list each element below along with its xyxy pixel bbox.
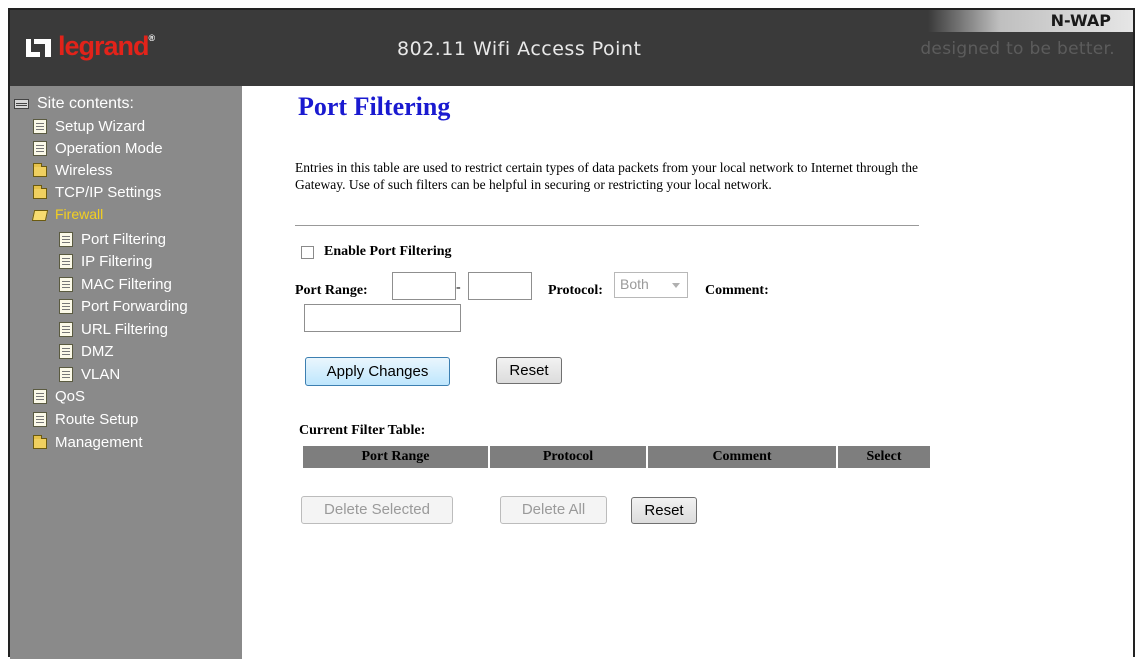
- protocol-selected-value: Both: [620, 276, 649, 292]
- document-icon: [59, 299, 73, 314]
- divider: [295, 225, 919, 226]
- document-icon: [33, 412, 47, 427]
- port-range-label: Port Range:: [295, 283, 368, 298]
- document-icon: [59, 344, 73, 359]
- sidebar-item-port-filtering[interactable]: Port Filtering: [59, 231, 166, 248]
- enable-port-filtering-checkbox[interactable]: [301, 246, 314, 259]
- document-icon: [33, 119, 47, 134]
- port-range-to-input[interactable]: [468, 272, 532, 300]
- apply-changes-button[interactable]: Apply Changes: [305, 357, 450, 386]
- folder-icon: [33, 163, 47, 177]
- page-description: Entries in this table are used to restri…: [295, 160, 919, 192]
- delete-all-button[interactable]: Delete All: [500, 496, 607, 524]
- port-range-dash: -: [456, 280, 461, 295]
- legrand-logo: legrand®: [26, 30, 155, 61]
- protocol-select[interactable]: Both: [614, 272, 688, 298]
- product-badge: N-WAP: [928, 10, 1133, 32]
- legrand-mark-icon: [26, 35, 54, 57]
- sidebar-item-management[interactable]: Management: [33, 434, 143, 451]
- sidebar-item-route-setup[interactable]: Route Setup: [33, 411, 138, 428]
- sidebar: Site contents: Setup Wizard Operation Mo…: [10, 86, 242, 659]
- column-header-select: Select: [866, 449, 902, 464]
- folder-icon: [33, 185, 47, 199]
- document-icon: [33, 141, 47, 156]
- header: legrand® 802.11 Wifi Access Point N-WAP …: [10, 10, 1133, 86]
- sidebar-item-tcpip-settings[interactable]: TCP/IP Settings: [33, 184, 161, 201]
- document-icon: [59, 277, 73, 292]
- sidebar-item-vlan[interactable]: VLAN: [59, 366, 120, 383]
- product-name: N-WAP: [1050, 11, 1111, 30]
- logo-wordmark: legrand®: [58, 30, 155, 61]
- document-icon: [59, 232, 73, 247]
- reset-button[interactable]: Reset: [496, 357, 562, 384]
- document-icon: [59, 322, 73, 337]
- sidebar-item-firewall[interactable]: Firewall: [31, 206, 103, 222]
- page-title: Port Filtering: [298, 92, 451, 121]
- sidebar-item-url-filtering[interactable]: URL Filtering: [59, 321, 168, 338]
- sidebar-item-ip-filtering[interactable]: IP Filtering: [59, 253, 152, 270]
- sidebar-item-setup-wizard[interactable]: Setup Wizard: [33, 118, 145, 135]
- column-header-protocol: Protocol: [490, 446, 648, 468]
- column-header-comment: Comment: [648, 446, 838, 468]
- enable-port-filtering-label: Enable Port Filtering: [324, 244, 452, 259]
- document-icon: [33, 389, 47, 404]
- header-title: 802.11 Wifi Access Point: [397, 38, 642, 60]
- sidebar-item-port-forwarding[interactable]: Port Forwarding: [59, 298, 188, 315]
- site-contents-icon: [14, 99, 29, 109]
- main-content: Port Filtering Entries in this table are…: [242, 86, 1133, 659]
- protocol-label: Protocol:: [548, 283, 603, 298]
- comment-input[interactable]: [304, 304, 461, 332]
- sidebar-item-wireless[interactable]: Wireless: [33, 162, 113, 179]
- sidebar-item-dmz[interactable]: DMZ: [59, 343, 114, 360]
- sidebar-item-mac-filtering[interactable]: MAC Filtering: [59, 276, 172, 293]
- chevron-down-icon: [672, 283, 680, 288]
- sidebar-item-operation-mode[interactable]: Operation Mode: [33, 140, 163, 157]
- sidebar-item-qos[interactable]: QoS: [33, 388, 85, 405]
- document-icon: [59, 367, 73, 382]
- reset-table-button[interactable]: Reset: [631, 497, 697, 524]
- column-header-port-range: Port Range: [303, 446, 490, 468]
- comment-label: Comment:: [705, 283, 769, 298]
- delete-selected-button[interactable]: Delete Selected: [301, 496, 453, 524]
- tagline: designed to be better.: [920, 39, 1115, 59]
- current-filter-table-label: Current Filter Table:: [299, 423, 426, 438]
- folder-icon: [33, 435, 47, 449]
- folder-open-icon: [31, 209, 49, 221]
- port-range-from-input[interactable]: [392, 272, 456, 300]
- sidebar-heading[interactable]: Site contents:: [14, 95, 134, 113]
- app-frame: legrand® 802.11 Wifi Access Point N-WAP …: [8, 8, 1135, 659]
- document-icon: [59, 254, 73, 269]
- filter-table-header: Port Range Protocol Comment Select: [303, 446, 930, 468]
